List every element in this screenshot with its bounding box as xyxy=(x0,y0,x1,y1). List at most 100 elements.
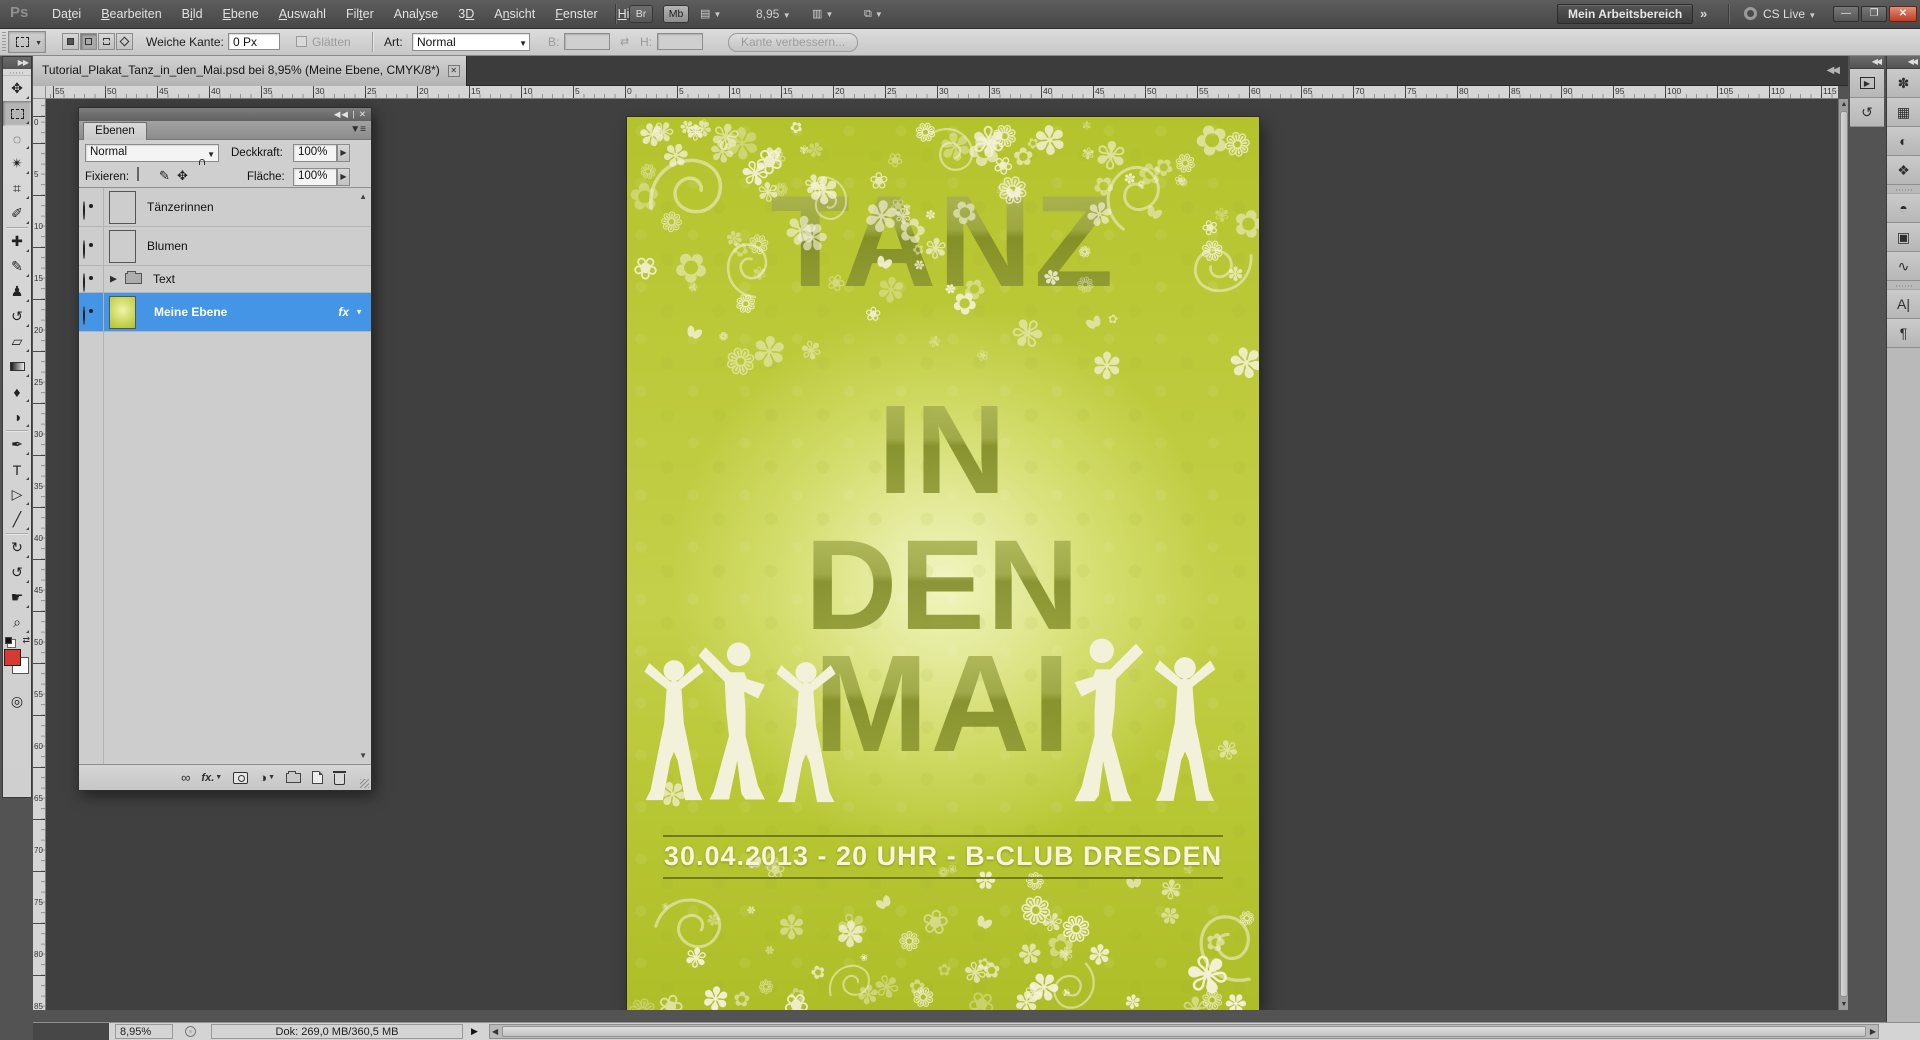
menu-datei[interactable]: Datei xyxy=(42,0,91,29)
tools-grip[interactable] xyxy=(3,69,31,76)
menu-auswahl[interactable]: Auswahl xyxy=(269,0,336,29)
foreground-color-swatch[interactable] xyxy=(4,649,21,666)
swatches-panel-icon[interactable]: ▦ xyxy=(1887,98,1920,127)
healing-brush-tool[interactable]: ✚ xyxy=(3,229,31,254)
vertical-scroll-thumb[interactable] xyxy=(1840,111,1848,997)
selection-mode-new-button[interactable] xyxy=(62,33,79,50)
minimize-button[interactable]: — xyxy=(1833,6,1859,22)
default-colors-icon[interactable] xyxy=(5,637,12,644)
move-tool[interactable]: ✥ xyxy=(3,76,31,101)
crop-tool[interactable]: ⌗ xyxy=(3,176,31,201)
panel-close-icon[interactable]: ✕ xyxy=(359,109,367,119)
gradient-tool[interactable] xyxy=(3,354,31,379)
dock-collapse-chevrons[interactable]: ◀◀ xyxy=(1850,56,1884,69)
tab-ebenen[interactable]: Ebenen xyxy=(83,122,147,140)
new-layer-icon[interactable] xyxy=(312,771,323,784)
selection-mode-subtract-button[interactable] xyxy=(98,33,115,50)
layer-row-meine-ebene[interactable]: Meine Ebene fx ▼ xyxy=(79,293,371,332)
tabbar-collapse-chevrons[interactable]: ◀◀ xyxy=(1827,65,1840,76)
menu-analyse[interactable]: Analyse xyxy=(384,0,448,29)
quick-selection-tool[interactable]: ✴ xyxy=(3,151,31,176)
dodge-tool[interactable]: ◑ xyxy=(3,404,31,429)
close-button[interactable]: ✕ xyxy=(1889,6,1917,22)
new-group-icon[interactable] xyxy=(286,770,301,783)
hand-tool[interactable]: ☛ xyxy=(3,585,31,610)
layer-visibility-toggle[interactable] xyxy=(83,240,85,259)
lock-transparency-icon[interactable] xyxy=(137,167,139,181)
history-panel-icon[interactable]: ↺ xyxy=(1850,98,1884,127)
selection-mode-add-button[interactable] xyxy=(80,33,97,50)
scroll-up-icon[interactable]: ▲ xyxy=(1840,101,1848,108)
tool-preset-picker[interactable]: ▼ xyxy=(8,31,46,53)
rectangular-marquee-tool[interactable] xyxy=(3,101,31,126)
horizontal-scroll-thumb[interactable] xyxy=(502,1026,1866,1037)
zoom-tool[interactable]: ⌕ xyxy=(3,610,31,635)
horizontal-scrollbar[interactable]: ◀ ▶ xyxy=(489,1024,1879,1039)
orbit-3d-tool[interactable]: ↺ xyxy=(3,560,31,585)
opacity-spinner[interactable]: ▶ xyxy=(337,144,350,162)
workspace-button[interactable]: Mein Arbeitsbereich xyxy=(1557,4,1694,24)
layer-visibility-toggle[interactable] xyxy=(83,306,85,325)
options-grip[interactable] xyxy=(2,32,6,52)
document-tab[interactable]: Tutorial_Plakat_Tanz_in_den_Mai.psd bei … xyxy=(33,56,467,86)
panel-resize-grip[interactable] xyxy=(360,779,369,788)
paragraph-panel-icon[interactable]: ¶ xyxy=(1887,319,1920,348)
paths-panel-icon[interactable]: ∿ xyxy=(1887,252,1920,281)
poster-canvas[interactable]: TANZ IN DEN MAI ❁ ✽ ✾ ✿ ✿ ❁ ✾ ❀ ✾ ✿ ✽ ✿ ✽ ✾ ✽ ❀ ✿ ❁ ✽ ❀ ❀ ✾ ✽ ❀ ❀ ❁ ❀… xyxy=(627,117,1259,1010)
menu-ebene[interactable]: Ebene xyxy=(213,0,269,29)
screen-mode-icon[interactable]: ⧉ ▼ xyxy=(864,7,883,22)
lock-pixels-icon[interactable]: ✎ xyxy=(159,169,170,182)
menu-3d[interactable]: 3D xyxy=(448,0,484,29)
swap-colors-icon[interactable]: ⇄ xyxy=(22,635,30,646)
menu-bild[interactable]: Bild xyxy=(172,0,213,29)
add-layer-mask-icon[interactable] xyxy=(233,771,249,784)
restore-button[interactable]: ❐ xyxy=(1861,6,1887,22)
antialias-checkbox[interactable] xyxy=(296,36,307,47)
history-brush-tool[interactable]: ↺ xyxy=(3,304,31,329)
menu-fenster[interactable]: Fenster xyxy=(545,0,607,29)
color-panel-icon[interactable]: ✽ xyxy=(1887,69,1920,98)
animation-panel-icon[interactable]: ▶ xyxy=(1850,69,1884,98)
layer-style-icon[interactable]: fx. ▼ xyxy=(201,772,222,784)
selection-mode-intersect-button[interactable] xyxy=(116,33,133,50)
layer-row-text[interactable]: ▶ Text xyxy=(79,266,371,293)
delete-layer-icon[interactable] xyxy=(333,770,346,785)
layer-row-blumen[interactable]: Blumen xyxy=(79,227,371,266)
opacity-value[interactable]: 100% xyxy=(293,144,337,162)
group-expander-icon[interactable]: ▶ xyxy=(110,274,117,285)
mini-bridge-button[interactable]: Mb xyxy=(663,5,689,23)
adjustment-layer-icon[interactable]: ◑ ▼ xyxy=(259,770,275,785)
fx-expander-icon[interactable]: ▼ xyxy=(355,308,363,317)
eyedropper-tool[interactable]: ✐ xyxy=(3,201,31,226)
fill-spinner[interactable]: ▶ xyxy=(337,168,350,186)
vertical-scrollbar[interactable]: ▲ ▼ xyxy=(1838,99,1848,1010)
scroll-left-icon[interactable]: ◀ xyxy=(492,1027,498,1036)
menu-bearbeiten[interactable]: Bearbeiten xyxy=(91,0,171,29)
bridge-button[interactable]: Br xyxy=(629,5,653,23)
zoom-level-display[interactable]: 8,95 ▼ xyxy=(756,7,791,23)
layer-row-t-nzerinnen[interactable]: Tänzerinnen xyxy=(79,188,371,227)
panel-menu-icon[interactable]: ▼≡ xyxy=(350,124,366,135)
workspace-overflow-chevrons[interactable]: » xyxy=(1700,6,1707,21)
status-zoom-field[interactable]: 8,95% xyxy=(115,1024,173,1039)
menu-filter[interactable]: Filter xyxy=(336,0,384,29)
status-menu-arrow-icon[interactable]: ▶ xyxy=(471,1026,478,1037)
layer-visibility-toggle[interactable] xyxy=(83,273,85,292)
layer-thumbnail[interactable] xyxy=(109,296,136,329)
pen-tool[interactable]: ✒ xyxy=(3,432,31,457)
path-selection-tool[interactable]: ▷ xyxy=(3,482,31,507)
blur-tool[interactable]: ♦ xyxy=(3,379,31,404)
dock-collapse-chevrons[interactable]: ◀◀ xyxy=(1887,56,1920,69)
layer-thumbnail[interactable] xyxy=(109,191,136,224)
close-tab-icon[interactable]: ✕ xyxy=(447,65,460,77)
view-extras-icon[interactable]: ▤ ▼ xyxy=(700,7,721,22)
scroll-down-icon[interactable]: ▼ xyxy=(1840,1001,1848,1008)
rotate-3d-tool[interactable]: ↻ xyxy=(3,535,31,560)
layers-panel-dragbar[interactable]: ◀◀ | ✕ xyxy=(79,108,371,121)
masks-panel-icon[interactable]: ▣ xyxy=(1887,223,1920,252)
lock-position-icon[interactable]: ✥ xyxy=(177,169,188,182)
brush-tool[interactable]: ✎ xyxy=(3,254,31,279)
eraser-tool[interactable]: ▱ xyxy=(3,329,31,354)
arrange-documents-icon[interactable]: ▥ ▼ xyxy=(812,7,833,22)
tools-collapse-chevrons[interactable]: ▶▶ xyxy=(3,57,31,69)
